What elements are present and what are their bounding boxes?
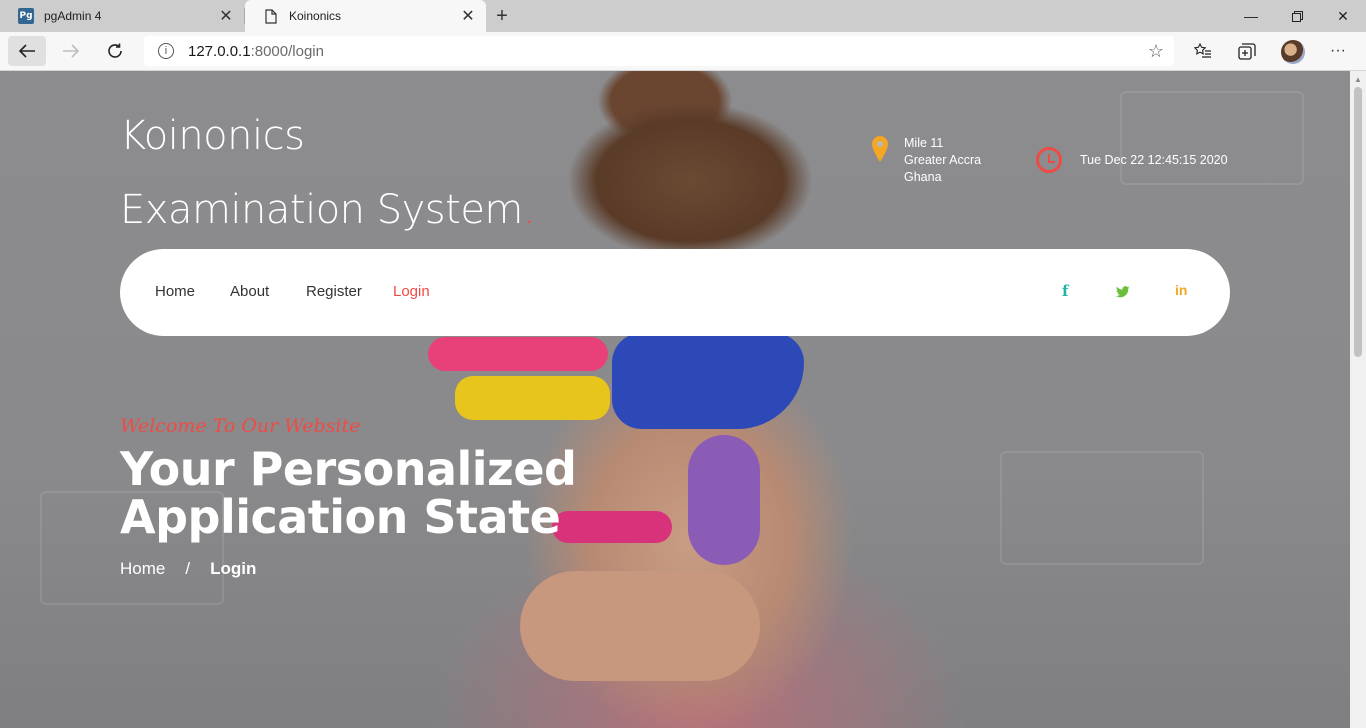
location-pin-icon: [872, 136, 888, 162]
hero-title: Your Personalized Application State: [120, 445, 720, 541]
tab-koinonics[interactable]: Koinonics ✕: [245, 0, 486, 32]
more-menu-icon[interactable]: ···: [1326, 40, 1350, 62]
facebook-icon[interactable]: f: [1062, 282, 1068, 300]
datetime-info: Tue Dec 22 12:45:15 2020: [1036, 147, 1228, 173]
brand-text: Koinonics Examination System: [120, 113, 523, 233]
url-bar[interactable]: i 127.0.0.1:8000/login ☆: [144, 36, 1174, 66]
breadcrumb: Home / Login: [120, 559, 256, 579]
clock-icon: [1036, 147, 1062, 173]
page-favicon-icon: [263, 8, 279, 24]
location-line-1: Mile 11: [904, 136, 944, 150]
scroll-up-icon[interactable]: ▲: [1354, 75, 1362, 84]
yellow-paint-finger: [455, 376, 610, 420]
hero-title-line-2: Application State: [120, 490, 561, 544]
minimize-icon[interactable]: —: [1228, 0, 1274, 32]
wall-brick: [1000, 451, 1204, 565]
hero-title-line-1: Your Personalized: [120, 442, 577, 496]
tab-strip: Pg pgAdmin 4 ✕ Koinonics ✕ + — ✕: [0, 0, 1366, 32]
back-button[interactable]: [8, 36, 46, 66]
location-info: Mile 11 Greater Accra Ghana: [870, 135, 981, 186]
twitter-icon[interactable]: [1116, 285, 1130, 302]
back-arrow-icon: [18, 44, 35, 58]
nav-home[interactable]: Home: [155, 283, 195, 300]
new-tab-icon[interactable]: +: [490, 4, 514, 28]
breadcrumb-home[interactable]: Home: [120, 559, 165, 579]
collections-icon[interactable]: [1235, 40, 1259, 62]
blue-paint-hand: [612, 333, 804, 429]
restore-icon[interactable]: [1274, 0, 1320, 32]
breadcrumb-current: Login: [210, 559, 257, 578]
favorites-list-icon[interactable]: [1191, 40, 1215, 62]
pgadmin-favicon-icon: Pg: [18, 8, 34, 24]
profile-avatar[interactable]: [1281, 40, 1305, 64]
close-tab-icon[interactable]: ✕: [458, 6, 478, 26]
close-tab-icon[interactable]: ✕: [216, 6, 236, 26]
brand-dot: .: [522, 187, 536, 233]
main-navbar: Home About Register Login f in: [120, 249, 1230, 336]
linkedin-icon[interactable]: in: [1175, 282, 1187, 298]
datetime-text: Tue Dec 22 12:45:15 2020: [1080, 152, 1228, 167]
welcome-subtitle: Welcome To Our Website: [120, 415, 361, 437]
location-line-3: Ghana: [904, 170, 942, 184]
refresh-button[interactable]: [96, 36, 134, 66]
tab-pgadmin[interactable]: Pg pgAdmin 4 ✕: [0, 0, 244, 32]
favorite-star-icon[interactable]: ☆: [1148, 41, 1164, 62]
close-window-icon[interactable]: ✕: [1320, 0, 1366, 32]
forward-button[interactable]: [52, 36, 90, 66]
site-brand[interactable]: Koinonics Examination System.: [120, 99, 560, 247]
location-line-2: Greater Accra: [904, 153, 982, 167]
tab-title: Koinonics: [289, 9, 342, 23]
nav-login[interactable]: Login: [393, 283, 430, 300]
hero-section: Koinonics Examination System. Mile 11 Gr…: [0, 71, 1350, 728]
address-toolbar: i 127.0.0.1:8000/login ☆ ···: [0, 32, 1366, 71]
pink-paint-finger: [428, 337, 608, 371]
vertical-scrollbar[interactable]: ▲: [1350, 71, 1366, 728]
site-info-icon[interactable]: i: [158, 43, 174, 59]
breadcrumb-separator: /: [185, 559, 191, 578]
forward-arrow-icon: [63, 44, 80, 58]
hand-shape: [520, 571, 760, 681]
url-path: :8000/login: [250, 42, 324, 60]
nav-register[interactable]: Register: [306, 283, 362, 300]
nav-about[interactable]: About: [230, 283, 269, 300]
scrollbar-thumb[interactable]: [1354, 87, 1362, 357]
tab-title: pgAdmin 4: [44, 9, 102, 23]
refresh-icon: [108, 43, 122, 58]
url-host: 127.0.0.1: [188, 42, 251, 60]
